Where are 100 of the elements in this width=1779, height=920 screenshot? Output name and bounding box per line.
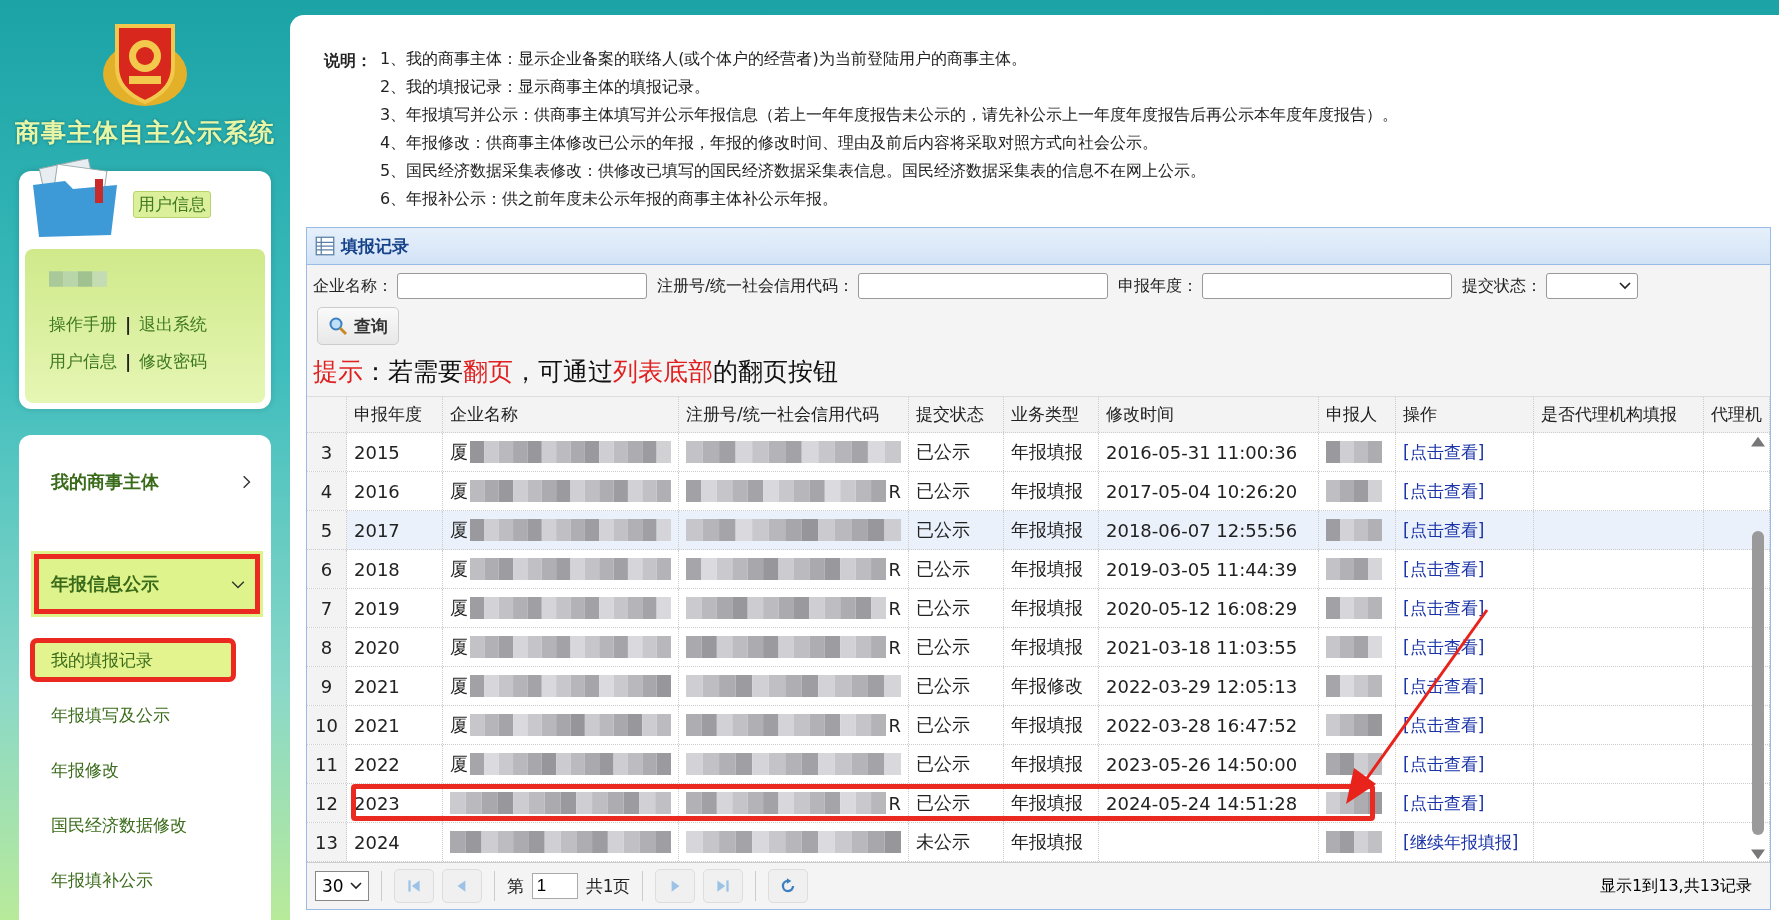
table-cell: 厦 [450,440,468,464]
table-cell: R [888,792,901,814]
input-field[interactable] [858,273,1109,299]
table-cell: 年报填报 [1004,823,1099,861]
table-cell: 2015 [347,433,443,471]
table-cell: 2018 [347,550,443,588]
table-cell: 2019-03-05 11:44:39 [1099,550,1319,588]
scroll-up-icon[interactable] [1751,435,1765,447]
note-line: 4、年报修改：供商事主体修改已公示的年报，年报的修改时间、理由及前后内容将采取对照方式向社会公示。 [380,132,1160,154]
view-link[interactable]: [继续年报填报] [1403,830,1519,854]
column-header: 申报人 [1319,397,1396,432]
table-cell: 已公示 [909,511,1004,549]
table-cell: 年报填报 [1004,589,1099,627]
panel-title: 填报记录 [341,234,409,258]
status-select[interactable] [1546,273,1639,299]
view-link[interactable]: [点击查看] [1403,752,1485,776]
input-field[interactable] [1202,273,1453,299]
submenu-item[interactable]: 国民经济数据修改 [19,804,271,846]
user-link[interactable]: 操作手册 [49,313,117,336]
table-cell: 年报填报 [1004,745,1099,783]
notes-label: 说明： [324,51,372,72]
caret-icon [349,882,362,890]
table-cell: 2024 [347,823,443,861]
user-link[interactable]: 修改密码 [139,350,208,373]
table-cell: 厦 [450,557,468,581]
table-cell: 2024-05-24 14:51:28 [1099,784,1319,822]
user-link[interactable]: 用户信息 [49,350,117,373]
submenu-item[interactable]: 年报修改 [19,749,271,791]
row-number: 10 [307,706,347,744]
page-size-select[interactable]: 30 [315,871,369,901]
table-cell: 已公示 [909,745,1004,783]
row-number: 13 [307,823,347,861]
column-header: 修改时间 [1099,397,1319,432]
column-header: 业务类型 [1004,397,1099,432]
input-field[interactable] [397,273,647,299]
menu-item[interactable]: 我的商事主体 [19,457,271,507]
column-header: 是否代理机构填报 [1534,397,1704,432]
view-link[interactable]: [点击查看] [1403,791,1485,815]
table-cell: 已公示 [909,550,1004,588]
row-number: 5 [307,511,347,549]
filter-label: 企业名称： [313,275,393,297]
table-cell: 2020 [347,628,443,666]
table-cell: 已公示 [909,433,1004,471]
table-icon [315,236,335,256]
table-cell: 厦 [450,752,468,776]
separator: | [125,351,132,372]
page-input[interactable]: 1 [531,873,578,899]
next-page-button[interactable] [655,869,696,903]
first-page-button[interactable] [393,869,434,903]
table-cell: R [888,480,901,502]
view-link[interactable]: [点击查看] [1403,635,1485,659]
column-header: 操作 [1396,397,1534,432]
table-cell: 年报填报 [1004,511,1099,549]
user-link[interactable]: 退出系统 [139,313,208,336]
filter-label: 提交状态： [1462,275,1543,297]
table-cell: 年报填报 [1004,784,1099,822]
submenu-item[interactable]: 我的填报记录 [31,639,235,681]
table-cell: 已公示 [909,784,1004,822]
table-cell: 2017-05-04 10:26:20 [1099,472,1319,510]
last-page-button[interactable] [703,869,744,903]
table-cell: 已公示 [909,667,1004,705]
view-link[interactable]: [点击查看] [1403,479,1485,503]
page-count: 共1页 [585,874,631,898]
view-link[interactable]: [点击查看] [1403,440,1485,464]
refresh-button[interactable] [768,869,809,903]
table-cell: 年报填报 [1004,628,1099,666]
table-cell: 年报填报 [1004,706,1099,744]
submenu-item[interactable]: 年报填写及公示 [19,694,271,736]
row-number: 6 [307,550,347,588]
tip-text: 提示：若需要翻页，可通过列表底部的翻页按钮 [312,356,839,388]
row-number: 4 [307,472,347,510]
view-link[interactable]: [点击查看] [1403,596,1485,620]
row-number: 3 [307,433,347,471]
view-link[interactable]: [点击查看] [1403,518,1485,542]
table-cell: 已公示 [909,706,1004,744]
submenu-item[interactable]: 年报填补公示 [19,859,271,901]
row-number: 9 [307,667,347,705]
table-cell: 厦 [450,713,468,737]
table-cell: 2020-05-12 16:08:29 [1099,589,1319,627]
view-link[interactable]: [点击查看] [1403,557,1485,581]
table-cell: 2022 [347,745,443,783]
table-cell: 年报修改 [1004,667,1099,705]
separator: | [125,314,132,335]
caret-icon [1619,282,1632,290]
menu-item[interactable]: 年报信息公示 [31,551,263,617]
table-cell: R [888,636,901,658]
table-cell: 2021 [347,706,443,744]
table-cell: 2022-03-28 16:47:52 [1099,706,1319,744]
note-line: 3、年报填写并公示：供商事主体填写并公示年报信息（若上一年年度报告未公示的，请先补公示上一年度年度报告后再公示本年度年度报告）。 [380,104,1399,126]
table-cell: R [888,597,901,619]
query-button[interactable]: 查询 [317,307,399,345]
column-header: 申报年度 [347,397,443,432]
page-label: 第 [506,874,524,898]
table-cell: 年报填报 [1004,433,1099,471]
scrollbar[interactable] [1750,435,1766,861]
row-number: 7 [307,589,347,627]
table-cell: 2021 [347,667,443,705]
table-cell: 2021-03-18 11:03:55 [1099,628,1319,666]
previous-page-button[interactable] [441,869,482,903]
note-line: 2、我的填报记录：显示商事主体的填报记录。 [380,76,712,98]
